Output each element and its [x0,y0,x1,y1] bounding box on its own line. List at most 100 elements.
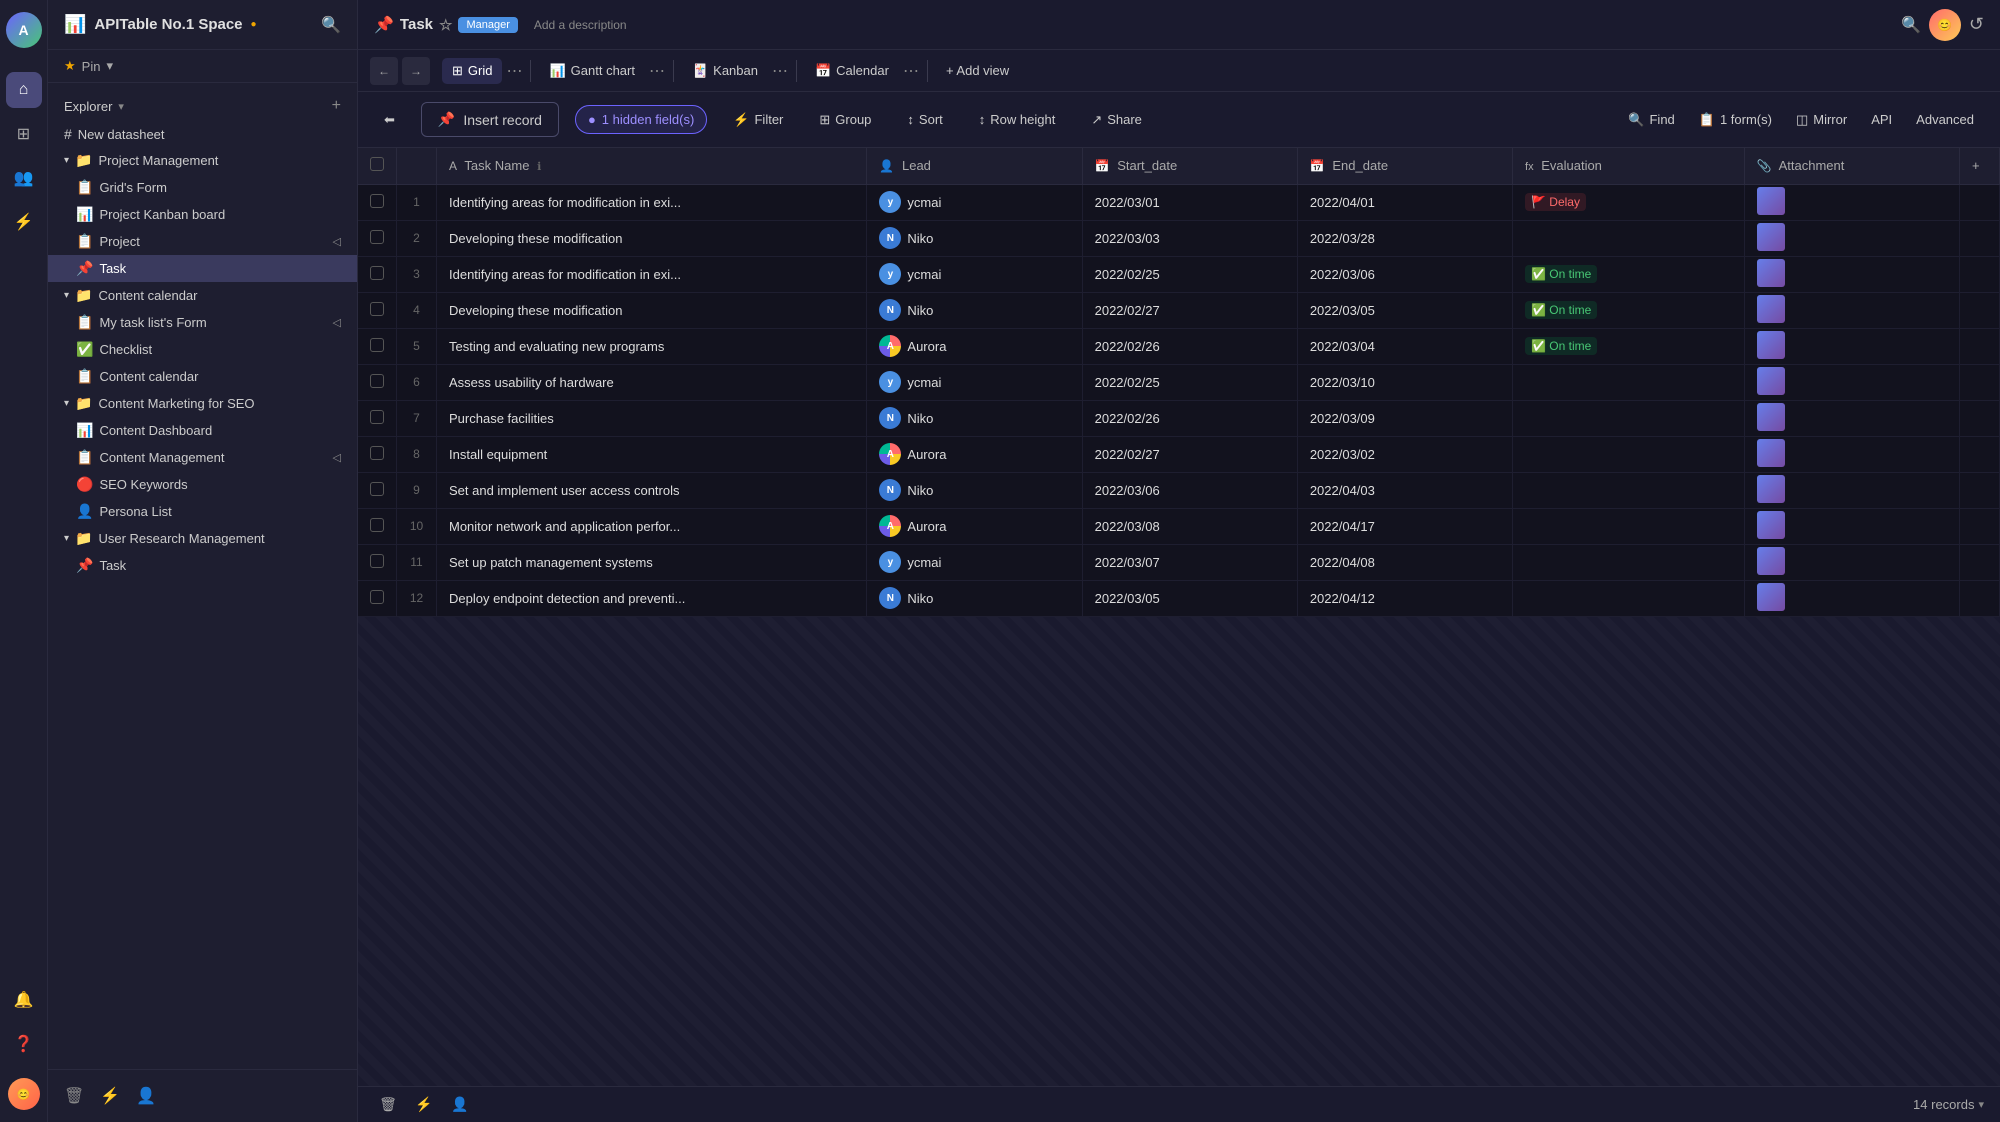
sidebar-item-checklist[interactable]: ✅ Checklist [48,336,357,363]
grid-view-btn[interactable]: ⊞ Grid [442,58,502,84]
th-add-column[interactable]: + [1960,148,2000,184]
search-icon[interactable]: 🔍 [321,15,341,35]
sidebar-item-user-research[interactable]: ▾ 📁 User Research Management [48,525,357,552]
row-checkbox[interactable] [370,194,384,208]
row-checkbox[interactable] [370,518,384,532]
sidebar-item-task[interactable]: 📌 Task [48,255,357,282]
sidebar-item-content-dashboard[interactable]: 📊 Content Dashboard [48,417,357,444]
user-bottom-icon-2[interactable]: 👤 [446,1091,474,1119]
row-checkbox[interactable] [370,590,384,604]
topbar-search-icon[interactable]: 🔍 [1901,15,1921,35]
mirror-btn[interactable]: ◫ Mirror [1786,107,1857,133]
sidebar-item-seo-keywords[interactable]: 🔴 SEO Keywords [48,471,357,498]
table-row[interactable]: 11Set up patch management systemsyycmai2… [358,544,2000,580]
table-row[interactable]: 4Developing these modificationNNiko2022/… [358,292,2000,328]
grid-nav-icon[interactable]: ⊞ [6,116,42,152]
sidebar-item-content-calendar[interactable]: 📋 Content calendar [48,363,357,390]
task-name-cell[interactable]: Assess usability of hardware [437,364,867,400]
row-checkbox[interactable] [370,338,384,352]
row-checkbox[interactable] [370,266,384,280]
pin-label[interactable]: Pin [82,59,101,74]
th-task-name[interactable]: A Task Name ℹ [437,148,867,184]
people-nav-icon[interactable]: 👥 [6,160,42,196]
explorer-chevron[interactable]: ▾ [118,100,124,113]
table-row[interactable]: 10Monitor network and application perfor… [358,508,2000,544]
delete-icon[interactable]: 🗑 [64,1086,84,1106]
row-checkbox[interactable] [370,230,384,244]
calendar-more-icon[interactable]: ⋯ [903,61,919,81]
add-item-icon[interactable]: + [332,97,341,115]
find-btn[interactable]: 🔍 Find [1618,107,1684,133]
filter-bottom-icon-2[interactable]: ⚡ [410,1091,438,1119]
task-name-cell[interactable]: Developing these modification [437,220,867,256]
description-text[interactable]: Add a description [534,18,627,32]
row-checkbox[interactable] [370,302,384,316]
task-name-cell[interactable]: Deploy endpoint detection and preventi..… [437,580,867,616]
task-name-cell[interactable]: Identifying areas for modification in ex… [437,184,867,220]
gantt-view-btn[interactable]: 📊 Gantt chart [539,58,645,84]
sidebar-item-content-calendar-group[interactable]: ▾ 📁 Content calendar [48,282,357,309]
sort-btn[interactable]: ↕ Sort [897,107,952,132]
sidebar-item-project-management[interactable]: ▾ 📁 Project Management [48,147,357,174]
table-row[interactable]: 3Identifying areas for modification in e… [358,256,2000,292]
th-attachment[interactable]: 📎 Attachment [1744,148,1959,184]
grid-more-icon[interactable]: ⋯ [506,61,522,81]
task-name-cell[interactable]: Developing these modification [437,292,867,328]
gantt-more-icon[interactable]: ⋯ [649,61,665,81]
sidebar-item-content-management[interactable]: 📋 Content Management ◁ [48,444,357,471]
sidebar-item-new-datasheet[interactable]: # New datasheet [48,121,357,147]
user-bottom-icon[interactable]: 👤 [136,1086,156,1106]
table-row[interactable]: 6Assess usability of hardwareyycmai2022/… [358,364,2000,400]
explorer-label[interactable]: Explorer [64,99,112,114]
task-name-cell[interactable]: Set and implement user access controls [437,472,867,508]
row-checkbox[interactable] [370,482,384,496]
table-row[interactable]: 8Install equipmentAAurora2022/02/272022/… [358,436,2000,472]
table-row[interactable]: 12Deploy endpoint detection and preventi… [358,580,2000,616]
notifications-nav-icon[interactable]: 🔔 [6,982,42,1018]
sidebar-item-persona-list[interactable]: 👤 Persona List [48,498,357,525]
records-dropdown-icon[interactable]: ▾ [1978,1098,1984,1111]
row-checkbox[interactable] [370,374,384,388]
automation-nav-icon[interactable]: ⚡ [6,204,42,240]
share-btn[interactable]: ↗ Share [1081,107,1152,133]
hidden-fields-btn[interactable]: ● 1 hidden field(s) [575,105,707,134]
collapse-sidebar-btn[interactable]: ⬅ [374,107,405,133]
advanced-btn[interactable]: Advanced [1906,107,1984,133]
kanban-view-btn[interactable]: 🃏 Kanban [682,58,768,84]
home-nav-icon[interactable]: ⌂ [6,72,42,108]
task-name-cell[interactable]: Monitor network and application perfor..… [437,508,867,544]
forms-btn[interactable]: 📋 1 form(s) [1689,107,1782,133]
workspace-avatar[interactable]: A [6,12,42,48]
th-end-date[interactable]: 📅 End_date [1297,148,1512,184]
table-row[interactable]: 1Identifying areas for modification in e… [358,184,2000,220]
insert-record-btn[interactable]: 📌 Insert record [421,102,559,137]
pin-chevron[interactable]: ▾ [106,58,113,74]
task-name-cell[interactable]: Testing and evaluating new programs [437,328,867,364]
add-view-btn[interactable]: + Add view [936,58,1019,83]
task-name-cell[interactable]: Install equipment [437,436,867,472]
row-checkbox[interactable] [370,554,384,568]
help-nav-icon[interactable]: ❓ [6,1026,42,1062]
task-name-cell[interactable]: Identifying areas for modification in ex… [437,256,867,292]
sidebar-item-task-2[interactable]: 📌 Task [48,552,357,579]
forward-arrow[interactable]: → [402,57,430,85]
row-checkbox[interactable] [370,446,384,460]
sidebar-item-my-task-form[interactable]: 📋 My task list's Form ◁ [48,309,357,336]
task-name-cell[interactable]: Purchase facilities [437,400,867,436]
user-avatar-icon[interactable]: 😊 [8,1078,40,1110]
topbar-user-avatar[interactable]: 😊 [1929,9,1961,41]
group-btn[interactable]: ⊞ Group [809,107,881,133]
table-row[interactable]: 2Developing these modificationNNiko2022/… [358,220,2000,256]
th-lead[interactable]: 👤 Lead [867,148,1082,184]
star-icon[interactable]: ☆ [439,16,452,34]
table-row[interactable]: 5Testing and evaluating new programsAAur… [358,328,2000,364]
calendar-view-btn[interactable]: 📅 Calendar [805,58,899,84]
table-row[interactable]: 7Purchase facilitiesNNiko2022/02/262022/… [358,400,2000,436]
filter-bottom-icon[interactable]: ⚡ [100,1086,120,1106]
delete-bottom-icon[interactable]: 🗑 [374,1091,402,1119]
th-evaluation[interactable]: fx Evaluation [1513,148,1745,184]
row-height-btn[interactable]: ↕ Row height [969,107,1066,132]
kanban-more-icon[interactable]: ⋯ [772,61,788,81]
refresh-icon[interactable]: ↺ [1969,14,1984,35]
sidebar-item-grids-form[interactable]: 📋 Grid's Form [48,174,357,201]
